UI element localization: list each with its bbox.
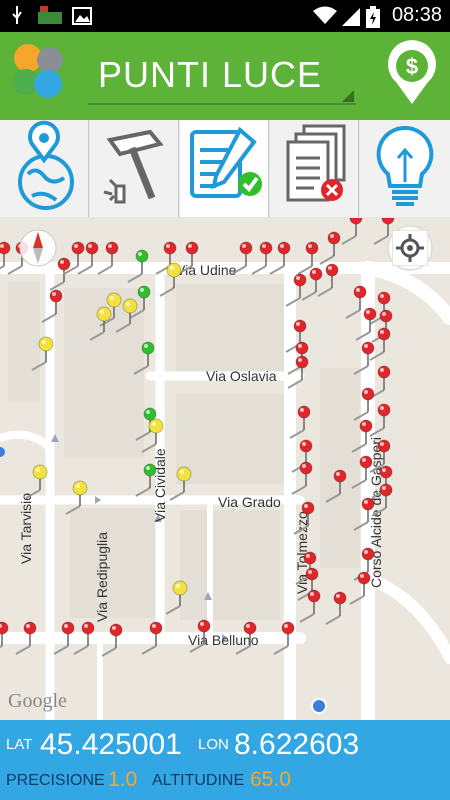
battery-icon [366,6,380,28]
app-title-bar: PUNTI LUCE $ [0,32,450,120]
map-pin-red[interactable] [269,241,291,275]
tool-light-points-button[interactable] [360,120,450,217]
coordinates-panel: LAT 45.425001 LON 8.622603 PRECISIONE 1.… [0,720,450,800]
map-pin-red[interactable] [289,405,311,439]
map-pin-red[interactable] [101,623,123,657]
map-markers [0,218,395,657]
app-logo-icon[interactable] [6,38,70,104]
map-pin-red[interactable] [189,619,211,653]
map-pin-yellow-bulb[interactable] [65,480,88,515]
map-pin-red[interactable] [319,231,341,265]
tool-delete-records-button[interactable] [270,120,359,217]
location-dot-edge [0,447,5,457]
tool-map-locate-button[interactable] [0,120,89,217]
my-location-button[interactable] [392,230,428,266]
title-dropdown-indicator[interactable] [342,90,354,102]
lat-label: LAT [6,736,33,753]
map-pin-red[interactable] [351,455,373,489]
lon-value: 8.622603 [234,728,360,761]
map-pin-red[interactable] [325,469,347,503]
document-check-icon [190,126,262,198]
map-pin-red[interactable] [353,387,375,421]
map-pin-red[interactable] [351,419,373,453]
map-pin-red[interactable] [341,218,363,245]
svg-text:$: $ [406,54,418,79]
map-pin-red[interactable] [353,341,375,375]
map-pin-red[interactable] [299,589,321,623]
map-pin-green[interactable] [127,249,149,283]
tool-maintenance-button[interactable] [90,120,179,217]
map-view[interactable]: Via Udine Via Oslavia Via Grado Via Bell… [0,218,450,720]
map-pin-yellow-bulb[interactable] [169,466,192,501]
map-pin-yellow-bulb[interactable] [159,262,182,297]
globe-pin-icon [18,120,74,210]
precision-label: PRECISIONE [6,772,105,789]
status-bar: 08:38 [0,0,450,32]
map-pin-red[interactable] [369,403,391,437]
map-pin-red[interactable] [317,263,339,297]
map-pin-red[interactable] [0,241,11,274]
map-pin-red[interactable] [353,497,375,531]
money-pin-button[interactable]: $ [386,40,438,106]
map-pin-red[interactable] [15,621,37,655]
precision-value: 1.0 [108,768,138,791]
map-pin-red[interactable] [251,241,273,275]
map-pin-yellow-bulb[interactable] [165,580,188,615]
signal-icon [342,8,360,26]
map-pin-red[interactable] [231,241,253,275]
map-pin-red[interactable] [293,501,315,535]
map-pin-red[interactable] [0,621,9,654]
tool-edit-record-button[interactable] [180,120,269,217]
toolbar [0,120,450,219]
map-pin-red[interactable] [97,241,119,275]
lat-value: 45.425001 [40,728,182,761]
map-pin-red[interactable] [345,285,367,319]
lon-label: LON [198,736,229,753]
compass-icon[interactable] [18,228,58,268]
altitude-label: ALTITUDINE [152,772,245,789]
map-pin-red[interactable] [285,273,307,307]
google-attribution: Google [8,690,67,712]
documents-delete-icon [286,124,346,202]
wifi-icon [313,6,337,24]
current-location-dot [311,698,327,714]
map-pin-yellow-bulb[interactable] [89,306,112,341]
image-notification-icon [72,7,92,25]
map-pin-red[interactable] [141,621,163,655]
map-pin-yellow-bulb[interactable] [25,464,48,499]
hammer-icon [103,129,164,204]
altitude-value: 65.0 [250,768,291,791]
usb-icon [12,6,22,24]
map-pin-red[interactable] [355,307,377,341]
map-pin-yellow-bulb[interactable] [31,336,54,371]
map-pin-red[interactable] [349,571,371,605]
map-pin-red[interactable] [325,591,347,625]
map-pin-green[interactable] [133,341,155,375]
game-notification-icon [38,6,62,24]
map-pin-red[interactable] [291,461,313,495]
clock: 08:38 [391,4,442,26]
map-pin-red[interactable] [53,621,75,655]
map-pin-red[interactable] [373,218,395,245]
map-pin-red[interactable] [371,483,393,517]
app-title[interactable]: PUNTI LUCE [98,54,322,96]
map-pin-red[interactable] [273,621,295,655]
map-pin-red[interactable] [73,621,95,655]
map-pin-red[interactable] [41,289,63,323]
lightbulb-icon [376,125,434,206]
map-pin-red[interactable] [235,621,257,655]
title-underline [88,103,356,105]
map-pin-green[interactable] [135,463,157,497]
